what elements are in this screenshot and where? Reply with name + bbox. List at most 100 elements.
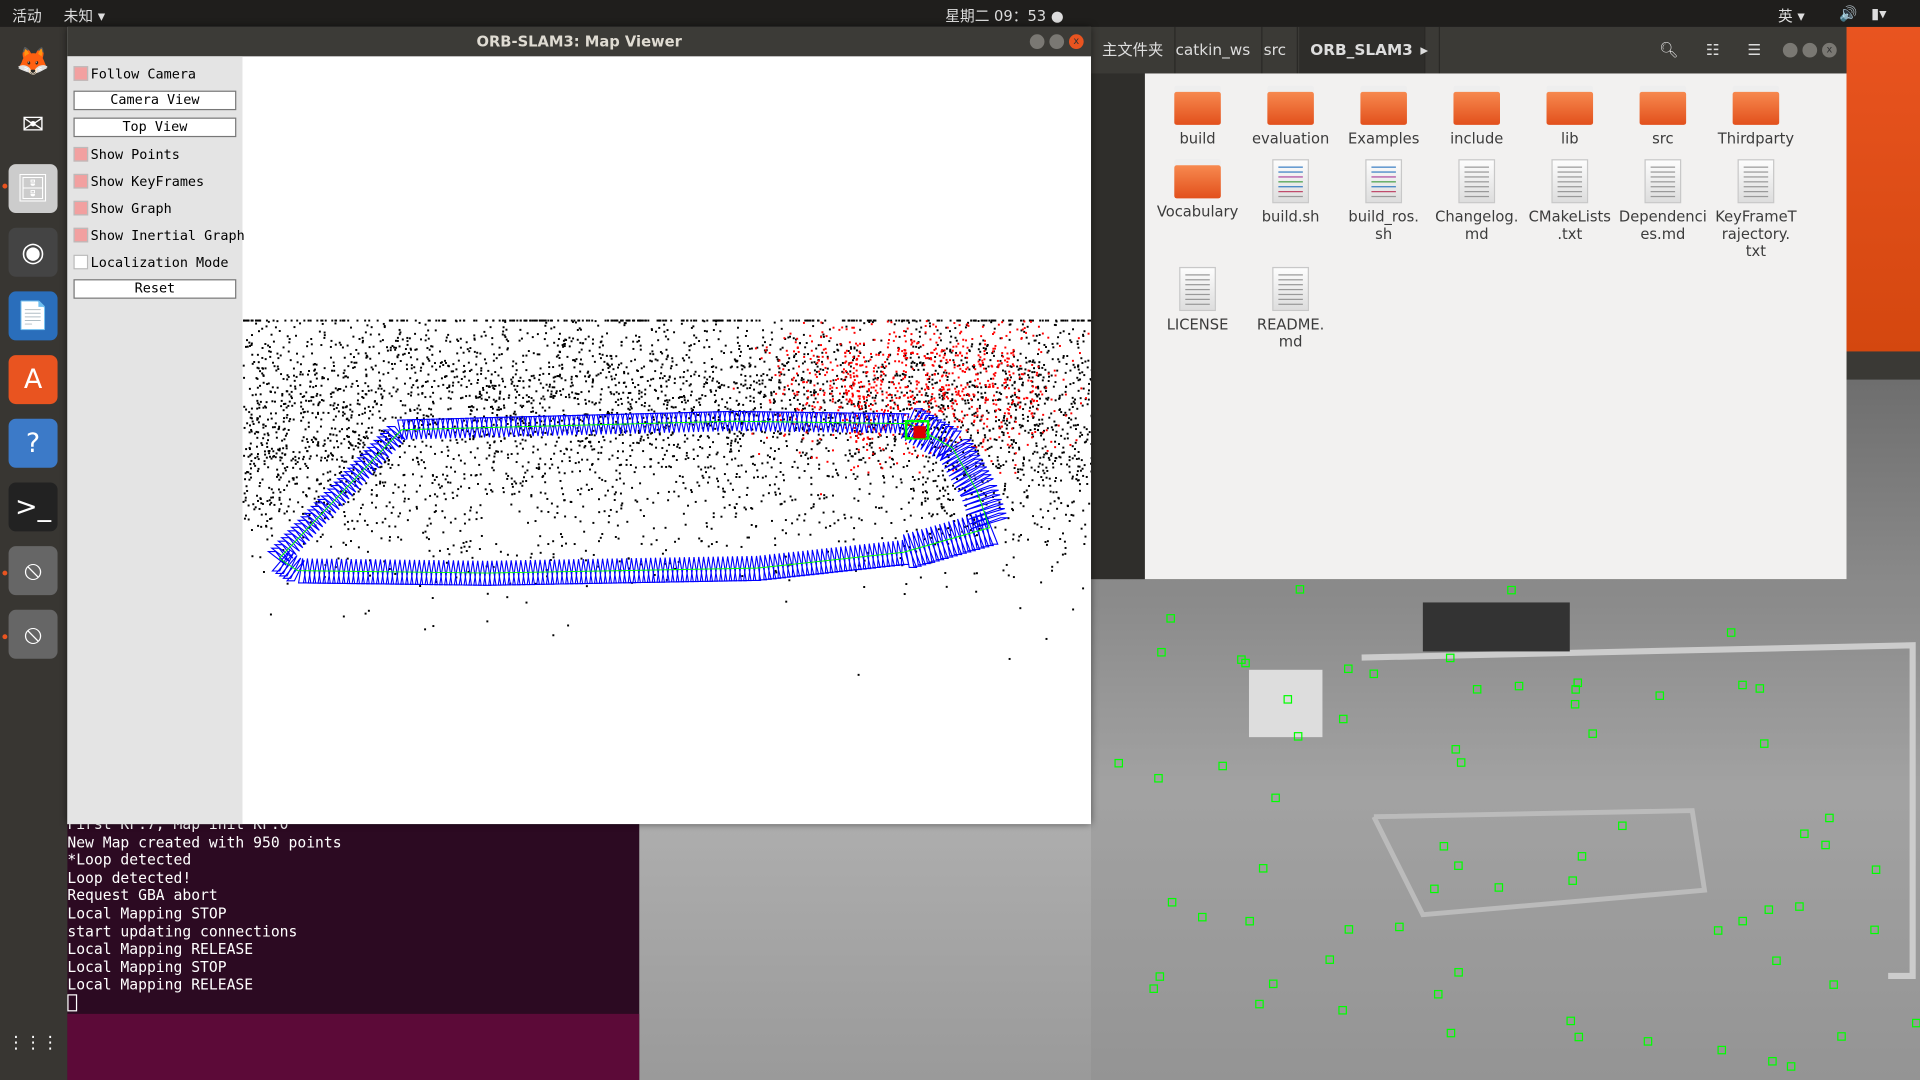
file-name: build.sh bbox=[1261, 208, 1320, 226]
file-name: include bbox=[1450, 129, 1504, 147]
file-item[interactable]: src bbox=[1616, 85, 1709, 147]
show-graph-checkbox[interactable]: Show Graph bbox=[73, 198, 172, 218]
show-points-checkbox[interactable]: Show Points bbox=[73, 144, 180, 164]
show-inertial-graph-checkbox[interactable]: Show Inertial Graph bbox=[73, 225, 245, 245]
minimize-icon[interactable] bbox=[1782, 42, 1798, 58]
dock-writer-icon[interactable]: 📄 bbox=[8, 291, 58, 341]
file-item[interactable]: Dependenci es.md bbox=[1616, 159, 1709, 242]
map-viewer-titlebar[interactable]: ORB-SLAM3: Map Viewer bbox=[67, 26, 1092, 57]
menu-icon[interactable]: ☰ bbox=[1736, 27, 1772, 74]
file-item[interactable]: build bbox=[1151, 85, 1244, 147]
text-file-icon bbox=[1365, 159, 1403, 204]
file-name: README. md bbox=[1256, 315, 1325, 351]
battery-icon[interactable]: ▮▾ bbox=[1871, 5, 1886, 22]
speaker-icon[interactable]: 🔊 bbox=[1839, 5, 1857, 22]
breadcrumb-home[interactable]: 主文件夹 bbox=[1091, 26, 1176, 74]
file-item[interactable]: include bbox=[1430, 85, 1523, 147]
localization-mode-checkbox[interactable]: Localization Mode bbox=[73, 252, 228, 272]
maximize-icon[interactable] bbox=[1802, 42, 1818, 58]
dock-thunderbird-icon[interactable]: ✉ bbox=[9, 100, 58, 149]
breadcrumb-orb-slam3[interactable]: ORB_SLAM3 bbox=[1299, 26, 1426, 74]
breadcrumb-forward-icon[interactable]: ▸ bbox=[1409, 26, 1441, 74]
checkbox-icon bbox=[73, 227, 89, 243]
text-file-icon bbox=[1737, 159, 1775, 204]
dock: 🦊 ✉ 🗄 ◉ 📄 A? >_ ⦸ ⦸ ⋮⋮⋮ bbox=[0, 26, 68, 1080]
maximize-icon[interactable] bbox=[1049, 34, 1065, 49]
file-item[interactable]: KeyFrameT rajectory. txt bbox=[1709, 159, 1802, 260]
file-name: build_ros. sh bbox=[1348, 208, 1419, 243]
terminal-cursor bbox=[67, 994, 78, 1012]
running-indicator bbox=[2, 570, 8, 576]
dock-app-blocked-icon[interactable]: ⦸ bbox=[8, 609, 58, 659]
top-bar: 活动 未知 ▾ 星期二 09：53 ● 英 ▾ 🔊 ▮▾ bbox=[0, 0, 1920, 27]
map-3d-canvas[interactable] bbox=[242, 56, 1092, 824]
input-method-menu[interactable]: 英 ▾ bbox=[1778, 5, 1805, 26]
breadcrumb-src[interactable]: src bbox=[1253, 26, 1299, 74]
file-name: lib bbox=[1561, 129, 1579, 147]
reset-button[interactable]: Reset bbox=[73, 279, 237, 299]
file-name: Vocabulary bbox=[1156, 203, 1239, 221]
file-item[interactable]: build.sh bbox=[1244, 159, 1337, 225]
file-name: CMakeLists .txt bbox=[1528, 208, 1611, 243]
dock-firefox-icon[interactable]: 🦊 bbox=[9, 37, 58, 86]
terminal-line: Request GBA abort bbox=[67, 886, 218, 905]
show-apps-icon[interactable]: ⋮⋮⋮ bbox=[7, 1019, 58, 1068]
file-item[interactable]: README. md bbox=[1244, 266, 1337, 351]
activities-button[interactable]: 活动 bbox=[12, 5, 41, 26]
file-name: LICENSE bbox=[1166, 315, 1229, 334]
running-indicator bbox=[2, 183, 8, 189]
view-toggle-icon[interactable]: ☷ bbox=[1695, 27, 1731, 74]
desktop-background bbox=[1846, 26, 1920, 352]
file-name: build bbox=[1179, 129, 1216, 147]
file-item[interactable]: Changelog. md bbox=[1430, 159, 1523, 242]
follow-camera-checkbox[interactable]: Follow Camera bbox=[73, 64, 196, 84]
dock-terminal-icon[interactable]: >_ bbox=[8, 482, 58, 532]
dock-files-icon[interactable]: 🗄 bbox=[8, 164, 58, 214]
checkbox-icon bbox=[73, 254, 89, 270]
file-item[interactable]: evaluation bbox=[1244, 85, 1337, 147]
close-icon[interactable]: x bbox=[1068, 34, 1084, 49]
top-view-button[interactable]: Top View bbox=[73, 117, 237, 138]
file-item[interactable]: build_ros. sh bbox=[1337, 159, 1430, 242]
dock-app-blocked-icon[interactable]: ⦸ bbox=[8, 546, 58, 596]
close-icon[interactable]: x bbox=[1822, 42, 1837, 58]
app-menu[interactable]: 未知 ▾ bbox=[64, 5, 105, 26]
folder-icon bbox=[1360, 85, 1407, 125]
minimize-icon[interactable] bbox=[1029, 34, 1045, 49]
show-keyframes-checkbox[interactable]: Show KeyFrames bbox=[73, 171, 204, 191]
file-item[interactable]: Examples bbox=[1337, 85, 1430, 147]
text-file-icon bbox=[1272, 266, 1309, 312]
search-icon[interactable]: 🔍︎ bbox=[1648, 27, 1689, 74]
robot-equipment bbox=[1422, 602, 1570, 652]
breadcrumb-catkin-ws[interactable]: catkin_ws bbox=[1164, 26, 1263, 74]
checkbox-icon bbox=[73, 200, 89, 216]
file-name: KeyFrameT rajectory. txt bbox=[1715, 208, 1797, 260]
file-name: src bbox=[1652, 129, 1674, 147]
checkbox-icon bbox=[73, 146, 89, 162]
file-item[interactable]: lib bbox=[1523, 85, 1616, 147]
file-name: Changelog. md bbox=[1435, 208, 1519, 243]
clock[interactable]: 星期二 09：53 ● bbox=[945, 5, 1063, 26]
folder-icon bbox=[1267, 85, 1314, 125]
dock-rhythmbox-icon[interactable]: ◉ bbox=[8, 227, 58, 277]
terminal-window[interactable]: First KF:7; Map init KF:0New Map created… bbox=[67, 816, 640, 1080]
text-file-icon bbox=[1458, 159, 1496, 204]
folder-icon bbox=[1546, 85, 1594, 125]
file-item[interactable]: LICENSE bbox=[1151, 266, 1244, 334]
dock-software-center-icon[interactable]: A bbox=[8, 355, 58, 405]
file-name: Examples bbox=[1347, 129, 1420, 147]
file-grid: build evaluation Examples include lib src Thir… bbox=[1144, 73, 1847, 580]
local-map-points bbox=[732, 320, 1090, 496]
terminal-bottom-area bbox=[67, 1013, 640, 1080]
file-item[interactable]: Thirdparty bbox=[1709, 85, 1802, 147]
text-file-icon bbox=[1272, 159, 1309, 204]
file-item[interactable]: Vocabulary bbox=[1151, 159, 1244, 220]
file-item[interactable]: CMakeLists .txt bbox=[1523, 159, 1616, 242]
current-camera-center bbox=[913, 426, 926, 439]
camera-view-button[interactable]: Camera View bbox=[73, 90, 237, 111]
dock-help-icon[interactable]: ? bbox=[8, 418, 58, 468]
running-indicator bbox=[2, 634, 8, 640]
folder-icon bbox=[1453, 85, 1501, 125]
map-viewer-window: ORB-SLAM3: Map Viewer x Follow Camera Ca… bbox=[67, 26, 1092, 825]
text-file-icon bbox=[1551, 159, 1589, 204]
